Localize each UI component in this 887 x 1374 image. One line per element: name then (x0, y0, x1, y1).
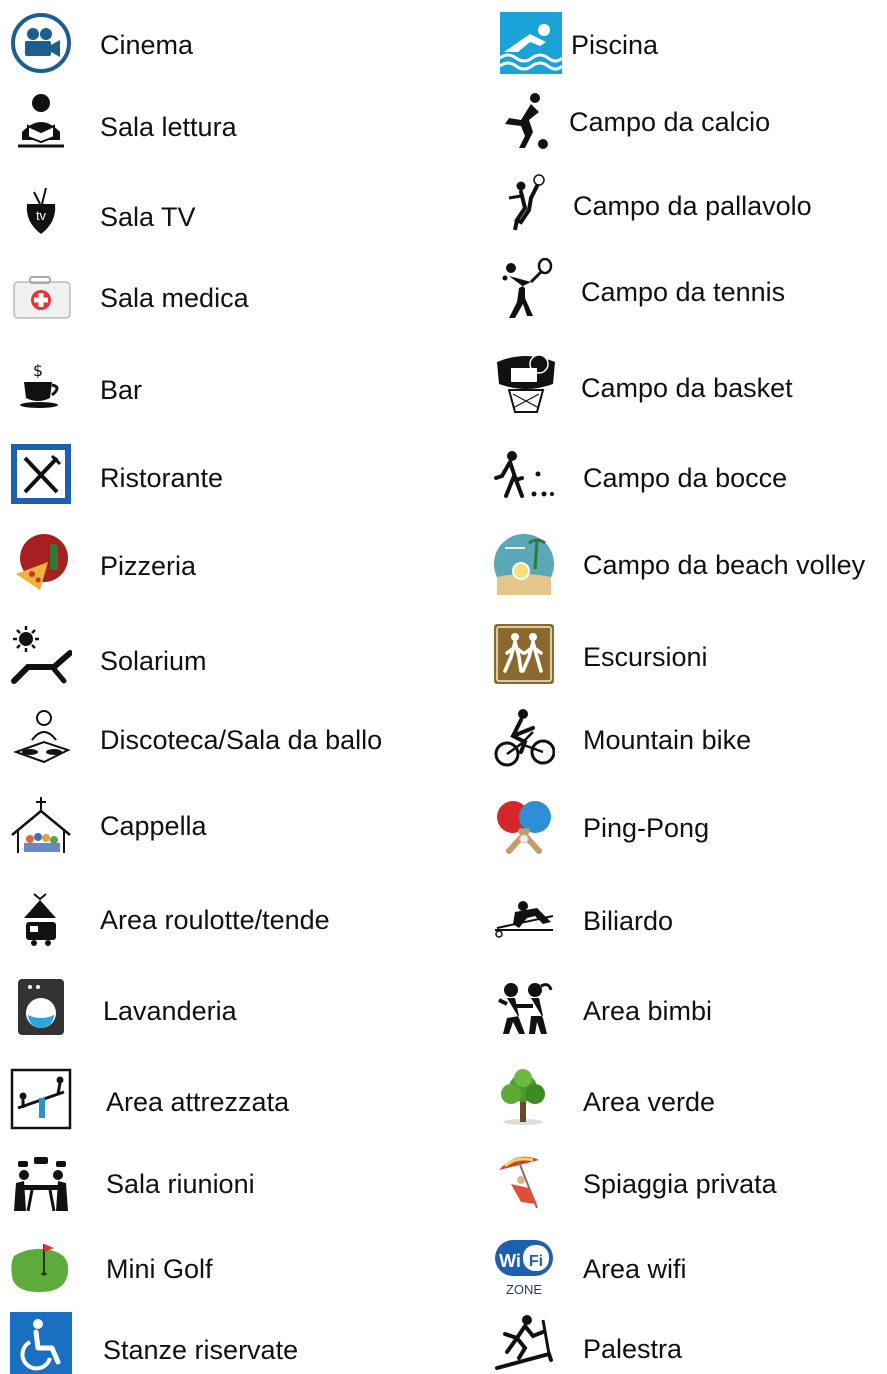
restaurant-icon (10, 443, 72, 505)
amenity-label: Palestra (583, 1334, 683, 1364)
meeting-room-icon (10, 1155, 72, 1217)
soccer-player-icon (495, 90, 557, 152)
bocce-player-icon (492, 446, 554, 508)
playground-seesaw-icon (10, 1068, 72, 1130)
amenity-label: Campo da basket (581, 373, 793, 403)
cinema-icon (10, 12, 72, 74)
coffee-cup-icon: $ (10, 354, 72, 416)
amenity-label: Ristorante (100, 463, 224, 493)
wheelchair-icon (10, 1312, 72, 1374)
wifi-text-fi: Fi (529, 1253, 543, 1270)
beach-volley-icon (493, 533, 555, 595)
treadmill-runner-icon (493, 1312, 555, 1374)
amenity-label: Spiaggia privata (583, 1169, 777, 1199)
wifi-text-zone: ZONE (506, 1282, 542, 1297)
billiards-player-icon (493, 888, 555, 950)
amenity-label: Area verde (583, 1087, 716, 1117)
amenity-label: Campo da beach volley (583, 550, 866, 580)
washing-machine-icon (10, 975, 72, 1037)
amenity-label: Campo da pallavolo (573, 191, 812, 221)
tv-icon: tv (10, 182, 72, 244)
amenity-label: Sala TV (100, 202, 196, 232)
basketball-hoop-icon (495, 354, 557, 416)
amenity-label: Bar (100, 375, 143, 405)
mini-golf-icon (10, 1236, 72, 1298)
amenity-label: Discoteca/Sala da ballo (100, 725, 383, 755)
amenity-label: Pizzeria (100, 551, 197, 581)
first-aid-icon (10, 268, 72, 330)
amenity-label: Ping-Pong (583, 813, 710, 843)
amenity-label: Area attrezzata (106, 1087, 290, 1117)
ping-pong-paddles-icon (493, 795, 555, 857)
svg-text:tv: tv (36, 208, 47, 223)
amenity-label: Lavanderia (103, 996, 237, 1026)
amenity-label: Area bimbi (583, 996, 713, 1026)
pizza-icon (10, 532, 72, 594)
sunbed-icon (10, 625, 72, 687)
amenity-label: Cinema (100, 30, 194, 60)
amenity-label: Piscina (571, 30, 659, 60)
volleyball-player-icon (495, 172, 557, 234)
amenity-label: Solarium (100, 646, 207, 676)
children-playing-icon (493, 978, 555, 1040)
tennis-player-icon (495, 258, 557, 320)
amenity-label: Campo da bocce (583, 463, 788, 493)
amenity-label: Campo da tennis (581, 277, 786, 307)
dj-icon (10, 706, 72, 768)
chapel-icon (10, 795, 72, 857)
amenity-label: Campo da calcio (569, 107, 771, 137)
swimmer-icon (500, 12, 562, 74)
amenity-label: Area roulotte/tende (100, 905, 330, 935)
svg-text:$: $ (33, 361, 43, 380)
amenity-label: Mountain bike (583, 725, 752, 755)
reading-room-icon (10, 90, 72, 152)
amenity-label: Stanze riservate (103, 1335, 299, 1365)
tree-icon (493, 1068, 555, 1130)
amenity-label: Sala lettura (100, 112, 237, 142)
amenity-label: Sala medica (100, 283, 249, 313)
amenity-label: Sala riunioni (106, 1169, 255, 1199)
hikers-icon (493, 623, 555, 685)
wifi-zone-icon: Wi Fi ZONE (493, 1236, 555, 1298)
amenity-label: Cappella (100, 811, 207, 841)
mountain-biker-icon (493, 706, 555, 768)
amenity-label: Area wifi (583, 1254, 687, 1284)
beach-umbrella-icon (493, 1148, 555, 1210)
amenity-label: Biliardo (583, 906, 674, 936)
caravan-tent-icon (10, 888, 72, 950)
amenity-label: Escursioni (583, 642, 708, 672)
wifi-text-wi: Wi (499, 1251, 521, 1271)
amenity-label: Mini Golf (106, 1254, 213, 1284)
